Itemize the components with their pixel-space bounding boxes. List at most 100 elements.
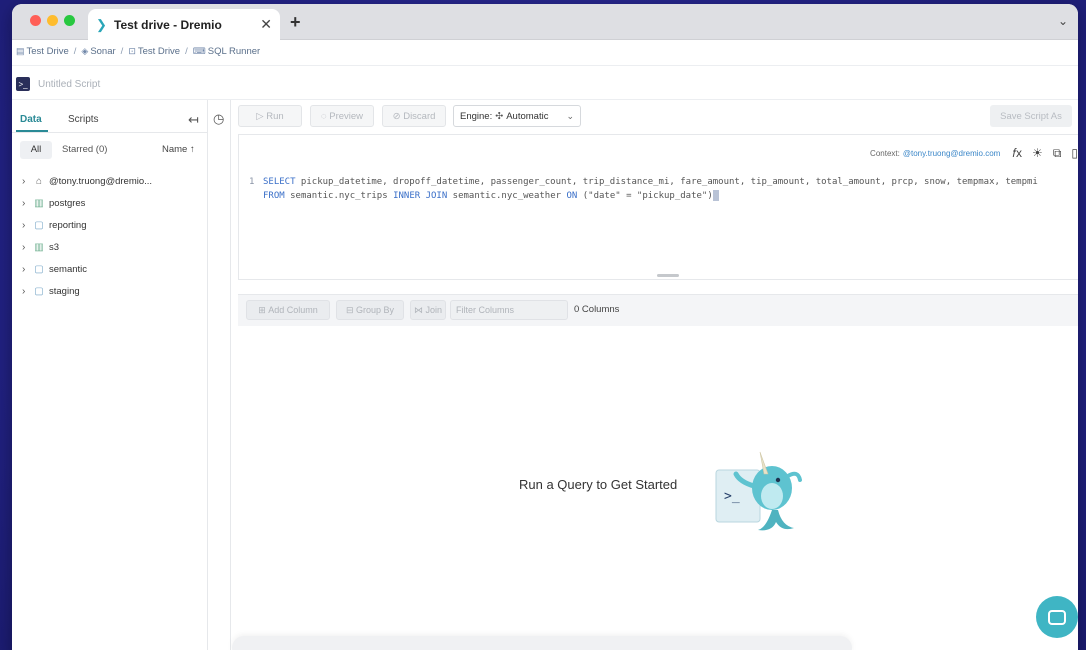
preview-icon: ◌ [320, 110, 330, 122]
tree-item-reporting[interactable]: › ▢ reporting [22, 214, 152, 236]
sql-code[interactable]: 1 SELECT pickup_datetime, dropoff_datetim… [249, 175, 1038, 203]
save-script-as-button[interactable]: Save Script As [990, 105, 1072, 127]
project-icon: ⊡ [128, 45, 136, 56]
results-toolbar: ⊞ Add Column ⊟ Group By ⋈ Join Filter Co… [238, 294, 1078, 326]
expand-chevron-icon[interactable]: › [22, 198, 32, 209]
sql-keyword: FROM [263, 191, 285, 201]
context-value[interactable]: @tony.truong@dremio.com [903, 149, 1000, 158]
sun-icon[interactable]: ☀ [1032, 146, 1043, 160]
breadcrumb-separator: / [120, 45, 124, 57]
sql-keyword: ON [566, 191, 578, 201]
divider [12, 132, 207, 133]
chat-support-button[interactable] [1036, 596, 1078, 638]
sql-text: pickup_datetime, dropoff_datetime, passe… [295, 177, 1038, 187]
sql-text: semantic.nyc_trips [284, 191, 394, 201]
query-history-clock-icon[interactable]: ◷ [213, 111, 224, 127]
database-icon: ▥ [34, 241, 44, 253]
filter-columns-input[interactable]: Filter Columns [450, 300, 568, 320]
space-icon: ▢ [34, 285, 44, 297]
add-column-button[interactable]: ⊞ Add Column [246, 300, 330, 320]
maximize-window-button[interactable] [64, 15, 75, 26]
sql-keyword: SELECT [263, 177, 296, 187]
breadcrumb-separator: / [73, 45, 77, 57]
function-icon[interactable]: 𝑓x [1012, 146, 1022, 161]
sql-toolbar: ▷ Run ◌ Preview ⊘ Discard Engine: ✣ Auto… [238, 105, 1078, 127]
space-icon: ▢ [34, 219, 44, 231]
folder-icon: ▤ [16, 45, 25, 56]
sonar-icon: ◈ [81, 45, 89, 56]
chat-icon [1048, 609, 1066, 625]
tree-item-staging[interactable]: › ▢ staging [22, 280, 152, 302]
tab-list-chevron-icon[interactable]: ⌄ [1058, 14, 1068, 28]
browser-tab-title: Test drive - Dremio [114, 17, 222, 32]
divider [12, 65, 1078, 66]
script-icon: >_ [16, 77, 30, 91]
script-name[interactable]: Untitled Script [38, 79, 100, 90]
breadcrumb-item-test-drive[interactable]: ▤ Test Drive [16, 46, 69, 57]
script-header: >_ Untitled Script [16, 75, 100, 93]
sql-editor[interactable]: Context: @tony.truong@dremio.com 𝑓x ☀ ⧉ … [238, 134, 1078, 280]
sql-keyword: INNER JOIN [393, 191, 448, 201]
play-icon: ▷ [256, 110, 267, 122]
minimize-window-button[interactable] [47, 15, 58, 26]
expand-chevron-icon[interactable]: › [22, 264, 32, 275]
expand-chevron-icon[interactable]: › [22, 220, 32, 231]
sidebar-tabs: Data Scripts [12, 110, 207, 132]
column-count: 0 Columns [574, 304, 620, 315]
tab-data[interactable]: Data [20, 114, 42, 125]
database-icon: ▥ [34, 197, 44, 209]
dremio-narwhal-mascot-icon: >_ [715, 451, 802, 531]
breadcrumb-item-sql-runner[interactable]: ⌨ SQL Runner [193, 46, 260, 57]
engine-icon: ✣ [495, 110, 504, 122]
breadcrumb-item-sonar[interactable]: ◈ Sonar [81, 46, 115, 57]
breadcrumb-item-project[interactable]: ⊡ Test Drive [128, 46, 180, 57]
chevron-down-icon: ⌄ [566, 110, 574, 121]
home-icon: ⌂ [35, 175, 43, 187]
context-row: Context: @tony.truong@dremio.com 𝑓x ☀ ⧉ … [870, 145, 1078, 161]
line-number: 1 [249, 177, 255, 187]
filter-starred-button[interactable]: Starred (0) [62, 144, 107, 155]
discard-button[interactable]: ⊘ Discard [382, 105, 446, 127]
tree-item-semantic[interactable]: › ▢ semantic [22, 258, 152, 280]
source-tree: › ⌂ @tony.truong@dremio... › ▥ postgres … [22, 170, 152, 302]
editor-resize-handle[interactable] [657, 274, 679, 277]
text-cursor [712, 190, 719, 201]
expand-chevron-icon[interactable]: › [22, 176, 32, 187]
filter-all-button[interactable]: All [20, 141, 52, 159]
run-button[interactable]: ▷ Run [238, 105, 302, 127]
join-icon: ⋈ [413, 304, 426, 315]
context-label: Context: [870, 148, 900, 158]
sort-name-button[interactable]: Name ↑ [162, 144, 195, 155]
collapse-sidebar-icon[interactable]: ↤ [188, 112, 199, 128]
tree-item-postgres[interactable]: › ▥ postgres [22, 192, 152, 214]
new-tab-button[interactable]: + [290, 12, 301, 33]
history-column: ◷ [209, 100, 231, 650]
group-by-button[interactable]: ⊟ Group By [336, 300, 404, 320]
discard-icon: ⊘ [392, 110, 404, 122]
browser-window: ❯ Test drive - Dremio ✕ + ⌄ ▤ Test Drive… [12, 4, 1078, 650]
close-tab-icon[interactable]: ✕ [260, 16, 272, 33]
browser-tab-strip: ❯ Test drive - Dremio ✕ + ⌄ [12, 4, 1078, 40]
engine-select[interactable]: Engine: ✣ Automatic ⌄ [453, 105, 581, 127]
sql-text: semantic.nyc_weather [447, 191, 567, 201]
sql-runner-icon: ⌨ [192, 45, 206, 56]
browser-tab[interactable]: ❯ Test drive - Dremio ✕ [88, 9, 280, 40]
dataset-icon[interactable]: ⧉ [1053, 146, 1062, 161]
sql-text: ("date" = "pickup_date") [577, 191, 713, 201]
tree-item-home[interactable]: › ⌂ @tony.truong@dremio... [22, 170, 152, 192]
close-window-button[interactable] [30, 15, 41, 26]
join-button[interactable]: ⋈ Join [410, 300, 446, 320]
dremio-favicon-icon: ❯ [96, 16, 107, 32]
tab-scripts[interactable]: Scripts [68, 114, 99, 125]
breadcrumb-separator: / [185, 45, 188, 57]
expand-chevron-icon[interactable]: › [22, 286, 32, 297]
data-sidebar: Data Scripts ↤ All Starred (0) Name ↑ › … [12, 100, 208, 650]
expand-chevron-icon[interactable]: › [22, 242, 32, 253]
preview-button[interactable]: ◌ Preview [310, 105, 374, 127]
tree-item-s3[interactable]: › ▥ s3 [22, 236, 152, 258]
svg-text:>_: >_ [724, 489, 740, 504]
more-icon[interactable]: ▯ [1071, 146, 1078, 160]
breadcrumb: ▤ Test Drive / ◈ Sonar / ⊡ Test Drive / … [12, 42, 1078, 60]
space-icon: ▢ [34, 263, 44, 275]
add-column-icon: ⊞ [258, 304, 269, 315]
